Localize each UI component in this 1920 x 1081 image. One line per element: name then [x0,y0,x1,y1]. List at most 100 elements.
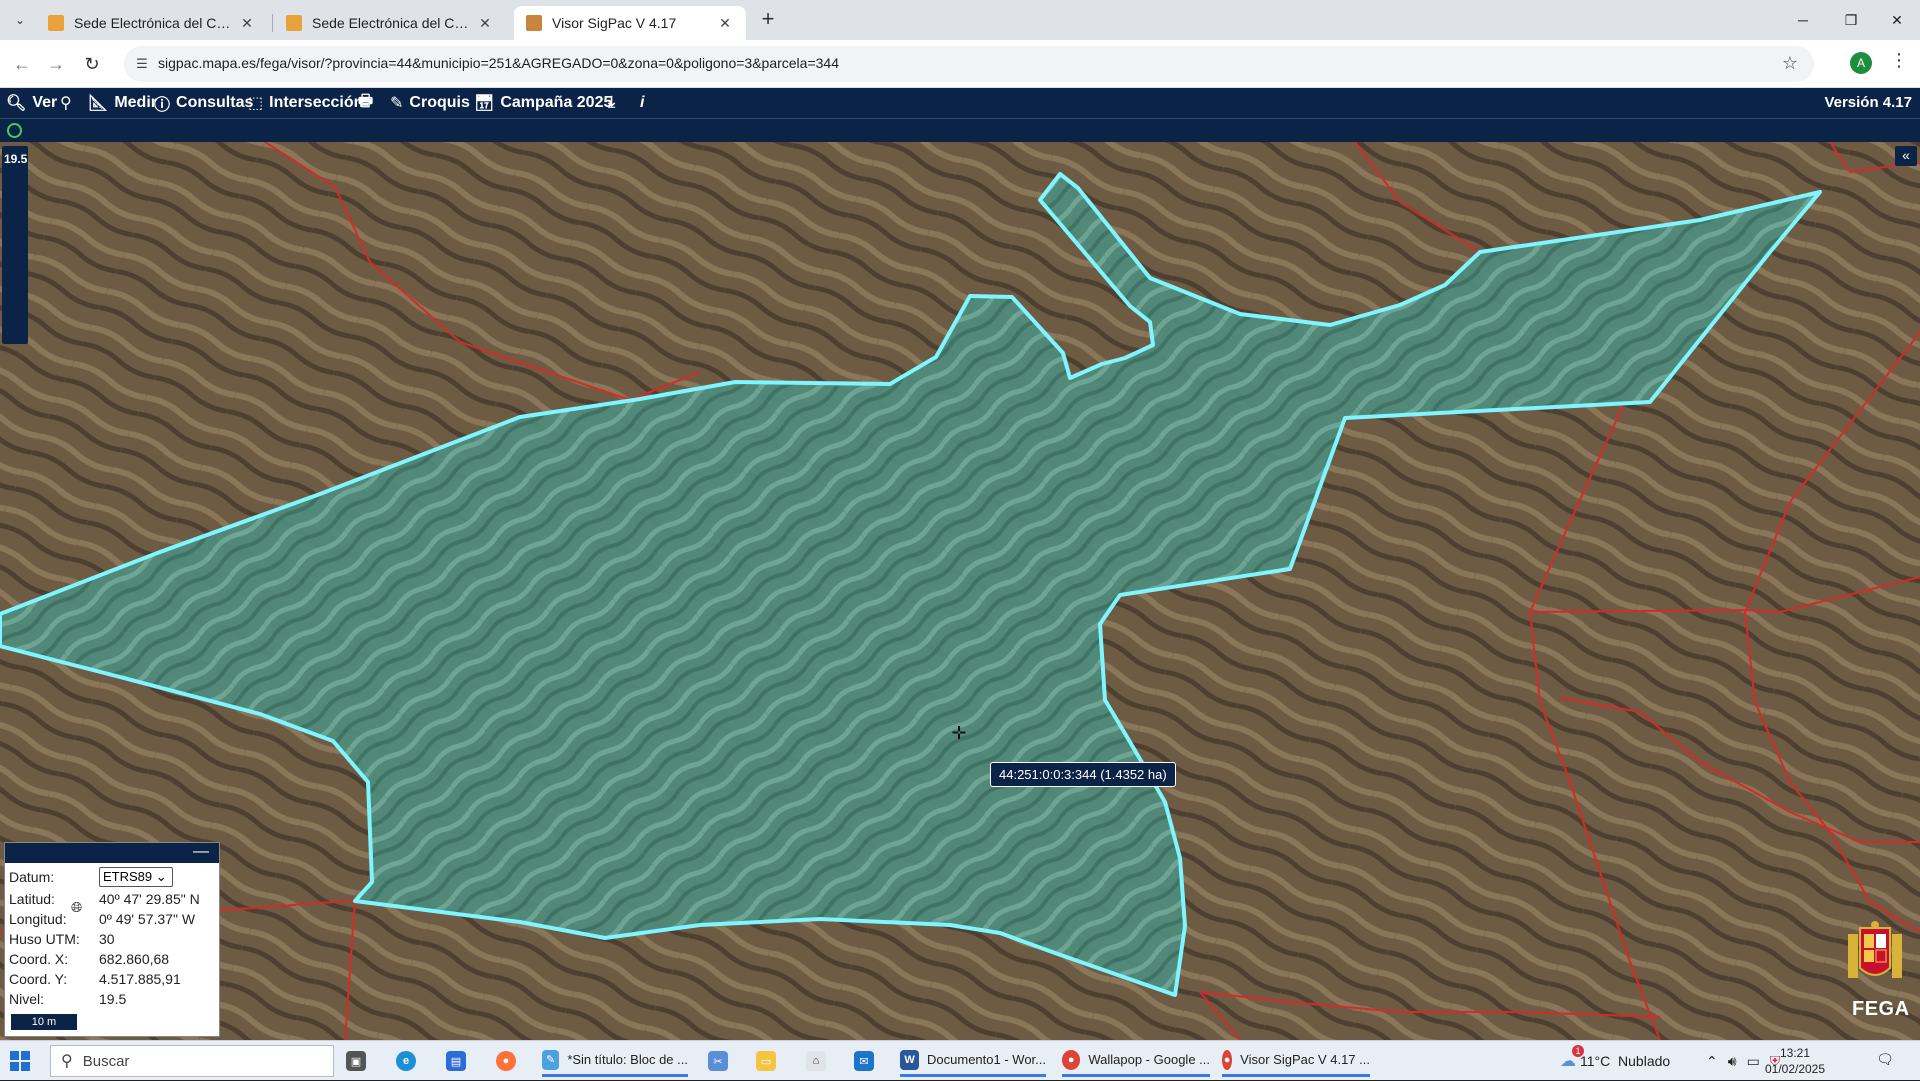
minimize-panel-icon[interactable]: — [193,844,209,860]
zoom-slider-panel[interactable] [2,146,28,344]
home-button[interactable]: ⌂ [806,1045,834,1077]
url-text[interactable]: sigpac.mapa.es/fega/visor/?provincia=44&… [158,55,839,71]
windows-start-icon[interactable] [10,1051,30,1071]
info-button[interactable]: i [640,88,650,118]
scale-bar: 10 m [9,1012,79,1032]
tab-label: Visor SigPac V 4.17 [552,15,677,31]
site-info-icon[interactable]: ☰ [134,56,150,72]
back-arrow-icon[interactable]: ← [10,52,34,76]
tab-search-dropdown-icon[interactable]: ⌄ [8,8,32,32]
sigpac-favicon-icon [526,15,542,31]
search-placeholder: Buscar [82,1052,130,1070]
store-button[interactable]: ▤ [446,1045,474,1077]
bookmark-star-icon[interactable]: ☆ [1782,53,1798,74]
store-icon: ▤ [446,1051,466,1071]
notification-center-icon[interactable]: 🗨︎ [1874,1051,1896,1071]
system-clock[interactable]: 13:21 01/02/2025 [1760,1045,1830,1077]
home-icon: ⌂ [806,1051,826,1071]
task-view-button[interactable]: ▣ [346,1045,374,1077]
firefox-icon: ● [496,1051,516,1071]
close-window-button[interactable]: ✕ [1882,8,1912,32]
coord-y-value: 4.517.885,91 [99,971,181,987]
download-button[interactable]: ⤓ [608,88,621,118]
cursor-crosshair-icon: ✛ [951,723,967,743]
taskbar-search-input[interactable]: ⚲ Buscar [50,1045,334,1077]
taskbar-app-word[interactable]: W Documento1 - Wor... [900,1045,1046,1077]
campana-label: Campaña 2025 [500,94,613,111]
new-tab-button[interactable]: + [756,8,780,32]
consultas-button[interactable]: ⓘ Consultas [154,88,253,118]
profile-avatar[interactable]: A [1850,52,1872,74]
consultas-label: Consultas [176,94,254,111]
printer-icon: 🖶 [358,92,374,110]
taskbar-app-label: Visor SigPac V 4.17 ... [1240,1052,1370,1067]
globe-icon[interactable]: 🌐︎ [71,899,87,915]
forward-arrow-icon[interactable]: → [44,52,68,76]
reload-icon[interactable]: ↻ [80,52,104,76]
pencil-icon: ✎ [390,95,404,112]
ruler-icon: 📐︎ [88,95,109,112]
chevron-down-icon: ⌄ [155,869,167,884]
ver-button[interactable]: 🔍︎ Ver [6,88,57,118]
print-button[interactable]: 🖶 [358,88,379,118]
omnibox[interactable]: ☰ sigpac.mapa.es/fega/visor/?provincia=4… [124,46,1814,82]
tab-catastro-1[interactable]: Sede Electrónica del Catastro - ✕ [36,6,268,40]
collapse-panel-button[interactable]: « [1895,146,1917,166]
campana-button[interactable]: 📅︎ Campaña 2025 [474,88,612,118]
taskbar-app-label: Documento1 - Wor... [927,1052,1046,1067]
close-tab-icon[interactable]: ✕ [716,14,734,32]
taskbar-app-notepad[interactable]: ✎ *Sin título: Bloc de ... [542,1045,688,1077]
nivel-label: Nivel: [9,991,45,1007]
map-viewport[interactable]: ✛ 44:251:0:0:3:344 (1.4352 ha) [0,142,1920,1040]
tab-label: Sede Electrónica del Catastro - [74,15,238,31]
tab-catastro-2[interactable]: Sede Electrónica del Catastro ✕ [274,6,506,40]
restore-window-button[interactable]: ❐ [1836,8,1866,32]
word-icon: W [900,1049,920,1070]
zoom-level-label: 19.5 [4,152,28,166]
croquis-label: Croquis [409,94,470,111]
browser-menu-icon[interactable]: ⋮ [1890,50,1908,71]
orthophoto-map [0,142,1920,1040]
clock-date: 01/02/2025 [1764,1062,1826,1076]
snipping-button[interactable]: ✂ [708,1045,736,1077]
browser-tab-strip: ⌄ Sede Electrónica del Catastro - ✕ Sede… [0,0,1920,40]
ver-label: Ver [32,94,58,111]
network-icon[interactable]: ▭ [1747,1053,1760,1070]
datum-select[interactable]: ETRS89 ⌄ [99,867,173,887]
mail-button[interactable]: ✉ [854,1045,882,1077]
folder-icon: ▭ [756,1051,776,1071]
volume-icon[interactable]: 🔊︎ [1728,1053,1737,1070]
interseccion-label: Intersección [269,94,364,111]
connection-status-icon [7,123,22,138]
lon-label: Longitud: [9,911,67,927]
address-bar-row: ← → ↻ ☰ sigpac.mapa.es/fega/visor/?provi… [0,40,1920,88]
info-circle-icon: ⓘ [154,97,171,114]
fega-logo-text: FEGA [1852,998,1910,1020]
taskbar-app-wallapop[interactable]: ● Wallapop - Google ... [1062,1045,1210,1077]
taskbar-app-label: *Sin título: Bloc de ... [567,1052,688,1067]
tab-separator [272,14,273,32]
intersection-icon: ⬚ [248,95,264,112]
binoculars-button[interactable]: ⚲ [60,88,78,118]
interseccion-button[interactable]: ⬚ Intersección [248,88,363,118]
medir-button[interactable]: 📐︎ Medir [88,88,157,118]
taskbar-app-sigpac[interactable]: ● Visor SigPac V 4.17 ... [1222,1045,1370,1077]
binoculars-icon: ⚲ [60,95,72,112]
tab-sigpac[interactable]: Visor SigPac V 4.17 ✕ [514,6,746,40]
coordinates-panel: — Datum: ETRS89 ⌄ Latitud: 40º 47' 29.85… [4,842,220,1037]
firefox-button[interactable]: ● [496,1045,524,1077]
close-tab-icon[interactable]: ✕ [238,14,256,32]
file-explorer-button[interactable]: ▭ [756,1045,784,1077]
close-tab-icon[interactable]: ✕ [476,14,494,32]
croquis-button[interactable]: ✎ Croquis [390,88,470,118]
edge-button[interactable]: e [396,1045,424,1077]
chevron-up-icon[interactable]: ⌃ [1706,1053,1718,1070]
search-icon: 🔍︎ [6,95,27,112]
status-bar [0,118,1920,142]
parcel-tooltip: 44:251:0:0:3:344 (1.4352 ha) [990,762,1176,787]
weather-widget[interactable]: ☁ 1 11°C Nublado [1560,1041,1670,1081]
search-icon: ⚲ [61,1053,73,1070]
minimize-window-button[interactable]: ─ [1788,8,1818,32]
nivel-value: 19.5 [99,991,127,1007]
notepad-icon: ✎ [542,1049,560,1070]
